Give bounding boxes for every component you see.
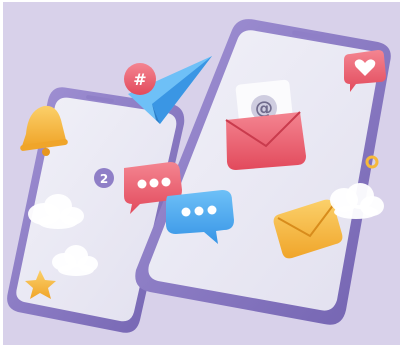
notification-count: 2 xyxy=(100,172,108,186)
notification-count-badge: 2 xyxy=(94,168,114,188)
hashtag-symbol: # xyxy=(133,70,146,89)
social-media-illustration: @ # 2 xyxy=(7,19,391,333)
hashtag-badge-icon: # xyxy=(124,63,156,95)
illustration-stage: @ # 2 xyxy=(0,0,401,347)
